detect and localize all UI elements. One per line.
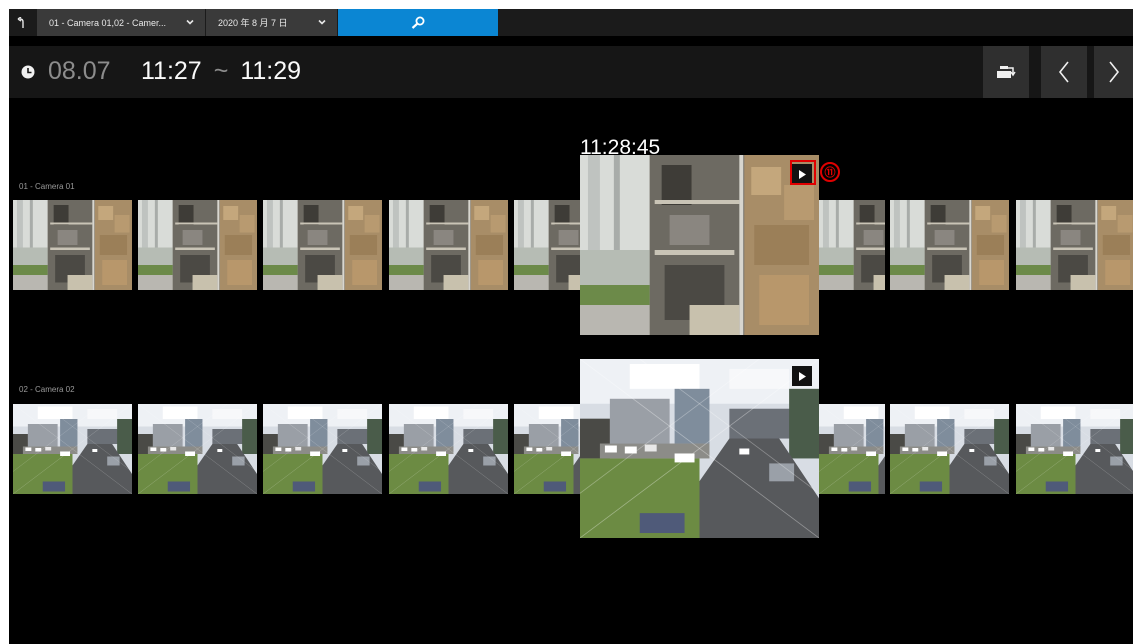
start-time: 11:27 [141,57,202,85]
play-button[interactable] [792,366,812,386]
export-icon [997,66,1016,78]
camera2-thumbnail[interactable] [514,404,580,494]
clock-icon [21,65,35,79]
play-icon [799,371,806,381]
time-range-header: 08.07 11:27 ~11:29 [9,46,1133,98]
playback-window: 01 - Camera 01,02 - Camer... 2020 年 8 月 … [9,9,1133,644]
previous-button[interactable] [1041,46,1087,98]
camera-select-value: 01 - Camera 01,02 - Camer... [49,17,167,28]
camera-row-label: 01 - Camera 01 [19,182,75,191]
search-icon [411,16,425,29]
date-select[interactable]: 2020 年 8 月 7 日 [206,9,337,36]
callout-highlight [790,160,816,185]
time-range: 11:27 ~11:29 [141,56,301,86]
preview-timestamp: 11:28:45 [580,136,661,159]
camera1-thumbnail[interactable] [819,200,885,290]
chevron-left-icon [1058,61,1069,83]
query-bar: 01 - Camera 01,02 - Camer... 2020 年 8 月 … [9,9,1133,36]
camera2-thumbnail[interactable] [138,404,257,494]
date-select-value: 2020 年 8 月 7 日 [218,18,288,28]
camera1-preview[interactable] [580,155,819,335]
camera2-thumbnail[interactable] [263,404,382,494]
back-icon [17,16,24,28]
camera1-thumbnail[interactable] [13,200,132,290]
date-label: 08.07 [48,57,111,85]
chevron-down-icon [318,19,326,25]
chevron-down-icon [186,19,194,25]
end-time: 11:29 [240,57,302,85]
camera2-thumbnail[interactable] [389,404,508,494]
search-button[interactable] [338,9,498,36]
export-button[interactable] [983,46,1029,98]
camera1-thumbnail[interactable] [890,200,1009,290]
camera2-thumbnail[interactable] [890,404,1009,494]
camera1-thumbnail[interactable] [263,200,382,290]
next-button[interactable] [1094,46,1133,98]
range-separator: ~ [213,57,229,85]
back-button[interactable] [9,9,36,36]
camera2-thumbnail[interactable] [13,404,132,494]
camera2-preview[interactable] [580,359,819,538]
camera1-thumbnail[interactable] [389,200,508,290]
camera1-thumbnail[interactable] [138,200,257,290]
camera2-thumbnail[interactable] [819,404,885,494]
camera-row-label: 02 - Camera 02 [19,385,75,394]
camera1-thumbnail[interactable] [1016,200,1133,290]
callout-number: ⑪ [820,162,840,182]
camera-select[interactable]: 01 - Camera 01,02 - Camer... [37,9,205,36]
camera1-thumbnail[interactable] [514,200,580,290]
chevron-right-icon [1108,61,1119,83]
camera2-thumbnail[interactable] [1016,404,1133,494]
